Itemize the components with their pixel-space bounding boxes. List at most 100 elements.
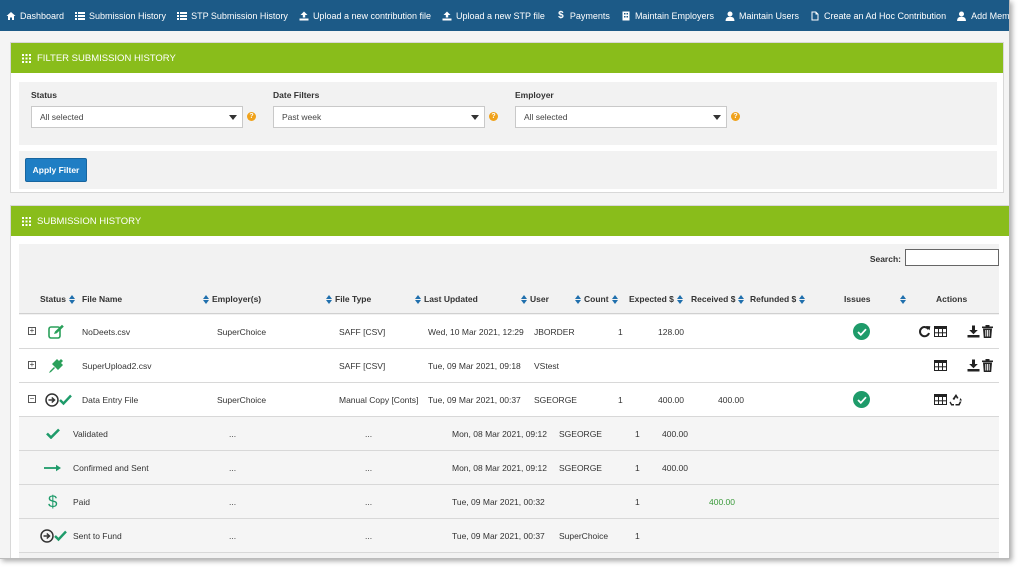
- count: 1: [635, 462, 640, 473]
- download-icon[interactable]: [967, 315, 980, 348]
- sort-icon: [326, 294, 332, 304]
- upload-icon: [442, 11, 452, 21]
- plug-icon: [48, 349, 64, 382]
- nav-ad-hoc-contribution[interactable]: Create an Ad Hoc Contribution: [810, 11, 946, 21]
- nav-payments[interactable]: $ Payments: [556, 10, 610, 21]
- user: VStest: [534, 360, 560, 371]
- step-label: Sent to Fund: [73, 530, 122, 541]
- file-name[interactable]: SuperUpload2.csv: [82, 349, 151, 382]
- sort-icon: [799, 294, 806, 304]
- employer-filter-select[interactable]: All selected: [515, 106, 727, 128]
- nav-label: Create an Ad Hoc Contribution: [824, 10, 947, 21]
- help-icon[interactable]: ?: [489, 112, 498, 121]
- column-count[interactable]: Count: [575, 284, 618, 314]
- sort-icon: [900, 294, 906, 304]
- table-header: Status File Name Employer(s) File Type L…: [19, 284, 999, 314]
- table-view-icon[interactable]: [934, 349, 947, 382]
- received-amount: 400.00: [709, 496, 735, 507]
- filter-panel-header: FILTER SUBMISSION HISTORY: [11, 43, 1003, 73]
- submission-panel-header: SUBMISSION HISTORY: [11, 206, 1009, 236]
- column-user[interactable]: User: [521, 284, 549, 314]
- search-label: Search:: [869, 254, 901, 264]
- file-type: ...: [365, 462, 373, 473]
- column-file-name[interactable]: File Name: [82, 284, 122, 314]
- received-amount: 400.00: [718, 394, 744, 405]
- arrow-right-icon: [44, 451, 62, 484]
- edit-icon: [48, 315, 65, 348]
- nav-label: Maintain Employers: [634, 10, 714, 21]
- nav-label: Maintain Users: [738, 10, 799, 21]
- document-icon: [810, 11, 820, 21]
- dollar-icon: $: [48, 491, 58, 511]
- file-type: Manual Copy [Conts]: [339, 394, 419, 405]
- expand-row-toggle[interactable]: +: [28, 361, 36, 369]
- chevron-down-icon: [229, 115, 237, 120]
- delete-icon[interactable]: [982, 315, 993, 348]
- collapse-row-toggle[interactable]: −: [28, 395, 36, 403]
- help-icon[interactable]: ?: [247, 112, 256, 121]
- table-row[interactable]: + NoDeets.csv SuperChoice SAFF [CSV] Wed…: [19, 315, 999, 349]
- delete-icon[interactable]: [982, 349, 993, 382]
- file-type: SAFF [CSV]: [339, 326, 386, 337]
- column-refunded[interactable]: Refunded $: [750, 284, 806, 314]
- sent-to-fund-icon: [40, 519, 68, 552]
- sort-icon: [575, 294, 581, 304]
- status-filter-select[interactable]: All selected: [31, 106, 243, 128]
- date-filter-select[interactable]: Past week: [273, 106, 485, 128]
- refresh-icon[interactable]: [918, 315, 931, 348]
- table-view-icon[interactable]: [934, 315, 947, 348]
- file-name[interactable]: NoDeets.csv: [82, 315, 130, 348]
- home-icon: [6, 11, 16, 21]
- employer: SuperChoice: [217, 394, 267, 405]
- table-view-icon[interactable]: [934, 383, 947, 416]
- nav-stp-submission-history[interactable]: STP Submission History: [177, 11, 288, 21]
- nav-maintain-employers[interactable]: Maintain Employers: [621, 11, 714, 21]
- help-icon[interactable]: ?: [731, 112, 740, 121]
- column-received[interactable]: Received $: [691, 284, 745, 314]
- sort-icon: [68, 294, 75, 304]
- expand-row-toggle[interactable]: +: [28, 327, 36, 335]
- column-file-type[interactable]: File Type: [326, 284, 371, 314]
- column-status[interactable]: Status: [40, 284, 75, 314]
- step-label: Confirmed and Sent: [73, 462, 149, 473]
- user: SGEORGE: [559, 462, 602, 473]
- filter-panel: FILTER SUBMISSION HISTORY Status All sel…: [10, 42, 1004, 193]
- recycle-icon[interactable]: [949, 383, 963, 416]
- download-icon[interactable]: [967, 349, 980, 382]
- table-row[interactable]: + SuperUpload2.csv SAFF [CSV] Tue, 09 Ma…: [19, 349, 999, 383]
- nav-add-member[interactable]: Add Member: [957, 11, 1009, 21]
- nav-submission-history[interactable]: Submission History: [75, 11, 166, 21]
- employer: ...: [229, 428, 237, 439]
- column-expected[interactable]: Expected $: [629, 284, 683, 314]
- user: SuperChoice: [559, 530, 609, 541]
- list-icon: [75, 11, 86, 21]
- last-updated: Tue, 09 Mar 2021, 00:37: [428, 394, 521, 405]
- column-actions: Actions: [936, 294, 968, 304]
- file-name[interactable]: Data Entry File: [82, 383, 138, 416]
- nav-upload-stp[interactable]: Upload a new STP file: [442, 11, 545, 21]
- chevron-down-icon: [713, 115, 721, 120]
- status-filter-label: Status: [31, 90, 57, 100]
- history-step-row: Validated ... ... Mon, 08 Mar 2021, 09:1…: [19, 417, 999, 451]
- table-row[interactable]: − Data Entry File SuperChoice Manual Cop…: [19, 383, 999, 417]
- user: SGEORGE: [534, 394, 577, 405]
- step-label: Paid: [73, 496, 91, 507]
- column-issues[interactable]: Issues: [844, 284, 870, 314]
- building-icon: [621, 11, 631, 21]
- list-icon: [177, 11, 188, 21]
- nav-label: Upload a new contribution file: [312, 10, 432, 21]
- column-last-updated[interactable]: Last Updated: [415, 284, 478, 314]
- column-employers[interactable]: Employer(s): [203, 284, 261, 314]
- last-updated: Tue, 09 Mar 2021, 00:32: [452, 496, 545, 507]
- expected-amount: 128.00: [658, 326, 684, 337]
- search-input[interactable]: [905, 249, 999, 266]
- apply-filter-button[interactable]: Apply Filter: [25, 158, 87, 182]
- sort-icon: [738, 294, 745, 304]
- column-issues-sort[interactable]: [900, 284, 906, 314]
- nav-dashboard[interactable]: Dashboard: [6, 11, 64, 21]
- file-type: ...: [365, 530, 373, 541]
- nav-upload-contribution[interactable]: Upload a new contribution file: [299, 11, 431, 21]
- sent-to-fund-icon: [45, 383, 73, 416]
- nav-maintain-users[interactable]: Maintain Users: [725, 11, 799, 21]
- history-step-row: Confirmed and Sent ... ... Mon, 08 Mar 2…: [19, 451, 999, 485]
